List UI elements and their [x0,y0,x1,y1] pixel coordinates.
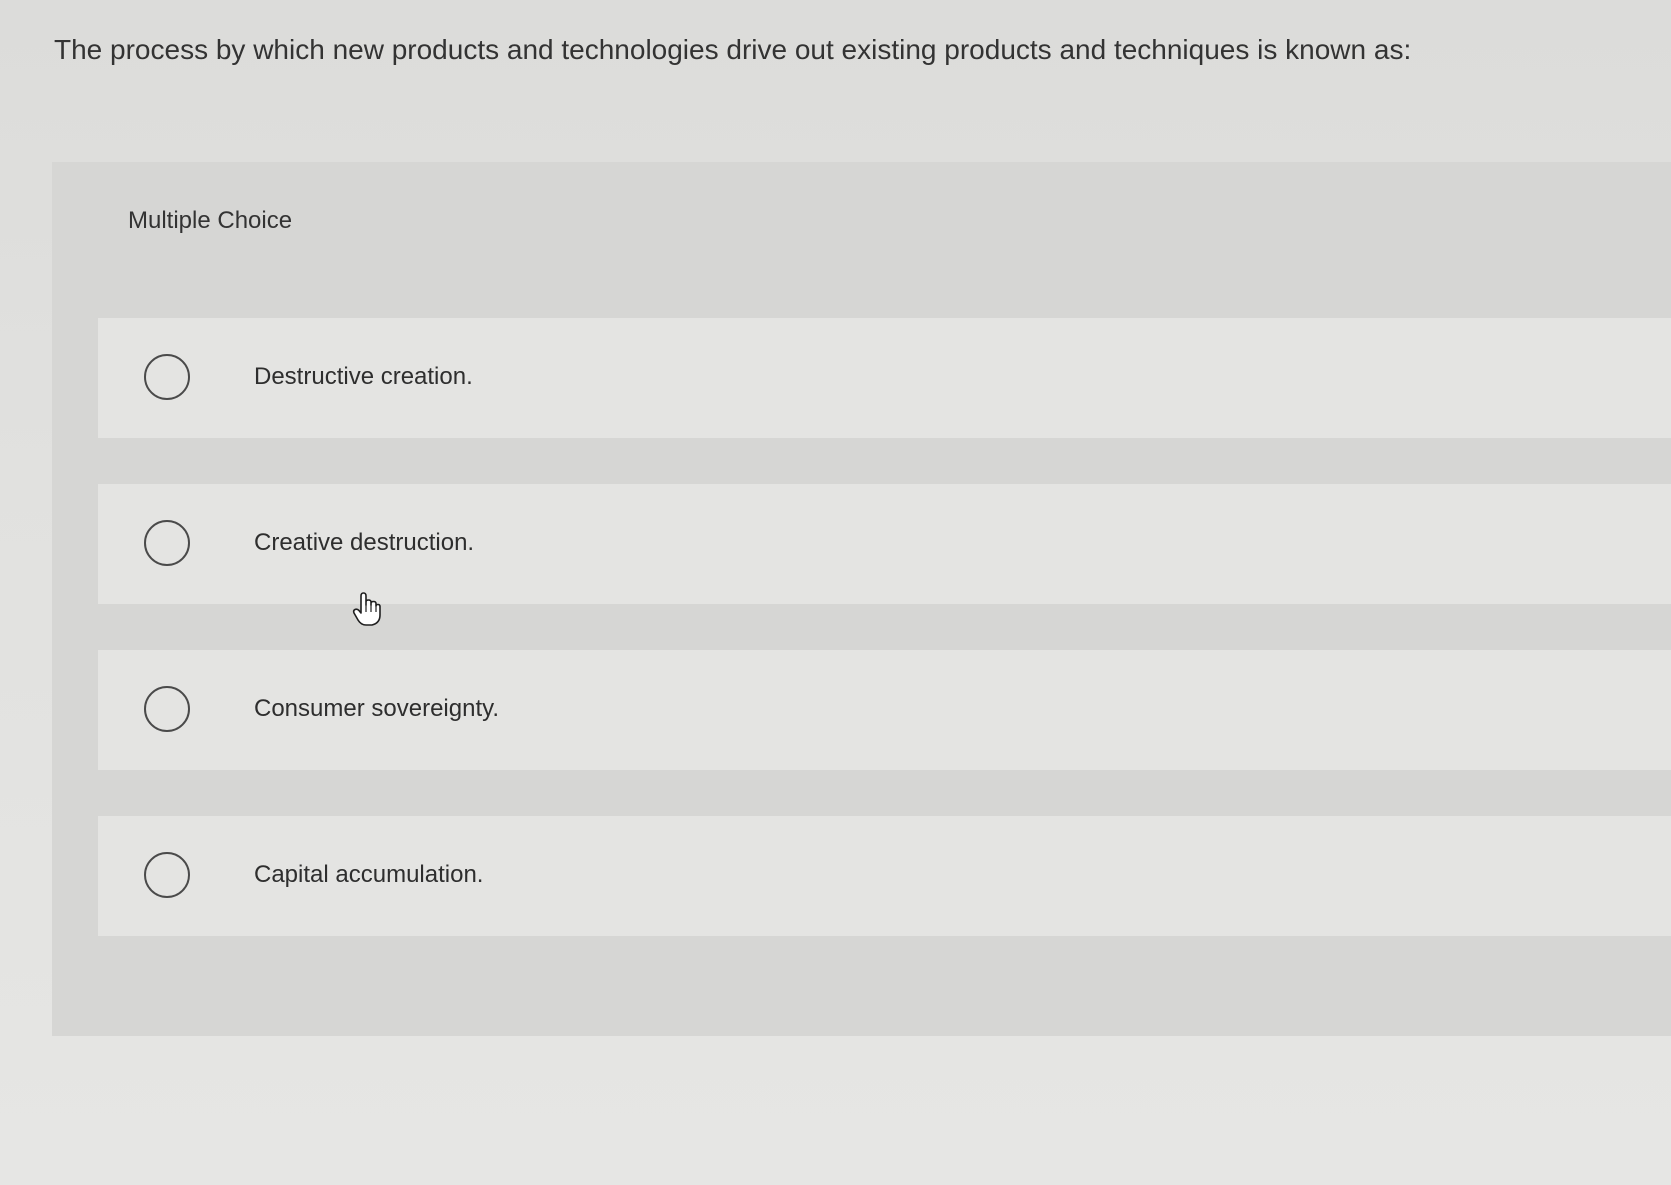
multiple-choice-panel: Multiple Choice Destructive creation. Cr… [52,162,1671,1036]
answer-option-label: Creative destruction. [254,529,475,556]
answer-option[interactable]: Creative destruction. [98,484,1671,604]
answer-option-label: Consumer sovereignty. [254,695,499,722]
answer-option[interactable]: Capital accumulation. [98,816,1671,936]
answer-option-label: Capital accumulation. [254,861,484,888]
radio-button[interactable] [144,686,190,732]
question-text: The process by which new products and te… [54,34,1412,65]
radio-button[interactable] [144,520,190,566]
answer-option[interactable]: Consumer sovereignty. [98,650,1671,770]
radio-button[interactable] [144,354,190,400]
answer-option-label: Destructive creation. [254,363,473,390]
hand-pointer-icon [352,592,382,626]
question-type-label: Multiple Choice [128,207,293,234]
answer-options: Destructive creation. Creative destructi… [98,318,1671,982]
radio-button[interactable] [144,852,190,898]
answer-option[interactable]: Destructive creation. [98,318,1671,438]
